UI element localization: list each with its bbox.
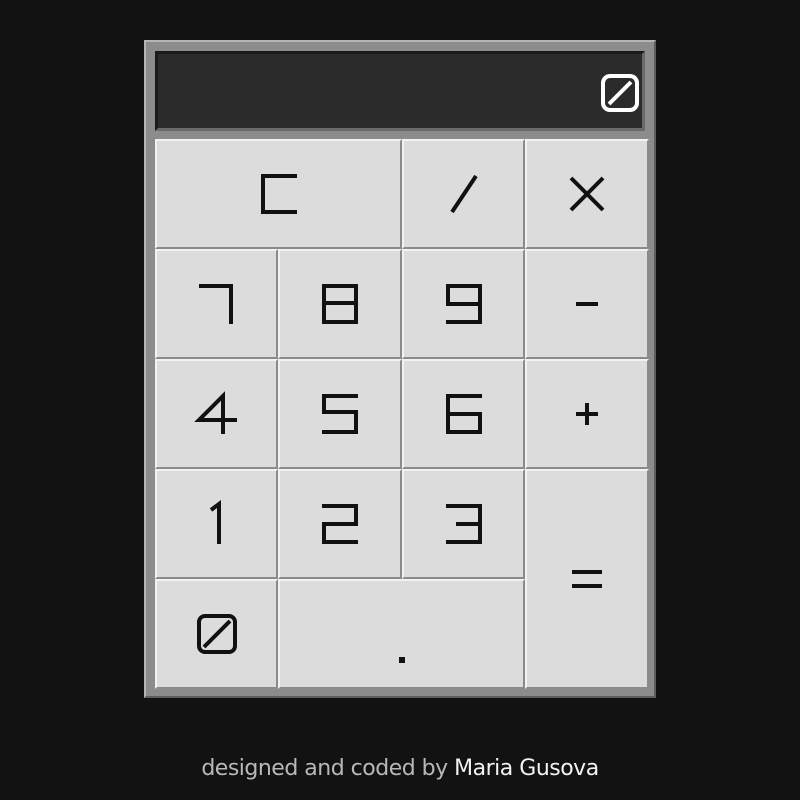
four-button[interactable] xyxy=(155,359,278,469)
divide-button[interactable] xyxy=(402,139,525,249)
three-button[interactable] xyxy=(402,469,525,579)
nine-icon xyxy=(445,284,482,324)
keypad xyxy=(155,139,649,692)
four-icon xyxy=(193,391,237,434)
decimal-icon xyxy=(398,657,405,663)
eight-icon xyxy=(322,284,358,324)
clear-icon xyxy=(260,174,297,214)
zero-button[interactable] xyxy=(155,579,278,689)
two-icon xyxy=(322,504,358,544)
credits-author: Maria Gusova xyxy=(454,756,599,781)
eight-button[interactable] xyxy=(278,249,402,359)
multiply-button[interactable] xyxy=(525,139,649,249)
calculator-display xyxy=(155,51,645,131)
five-button[interactable] xyxy=(278,359,402,469)
equals-button[interactable] xyxy=(525,469,649,689)
three-icon xyxy=(445,504,482,544)
multiply-icon xyxy=(569,176,605,212)
seven-icon xyxy=(198,284,233,324)
credits-prefix: designed and coded by xyxy=(201,756,455,781)
two-button[interactable] xyxy=(278,469,402,579)
subtract-icon xyxy=(576,302,598,306)
display-value-zero xyxy=(601,74,639,112)
add-icon xyxy=(576,403,598,425)
clear-button[interactable] xyxy=(155,139,402,249)
subtract-button[interactable] xyxy=(525,249,649,359)
seven-button[interactable] xyxy=(155,249,278,359)
zero-icon xyxy=(196,614,237,654)
one-icon xyxy=(209,500,221,544)
add-button[interactable] xyxy=(525,359,649,469)
six-button[interactable] xyxy=(402,359,525,469)
equals-icon xyxy=(572,570,602,588)
decimal-button[interactable] xyxy=(278,579,525,689)
six-icon xyxy=(445,394,482,434)
five-icon xyxy=(322,394,358,434)
credits: designed and coded by Maria Gusova xyxy=(0,756,800,781)
nine-button[interactable] xyxy=(402,249,525,359)
one-button[interactable] xyxy=(155,469,278,579)
divide-icon xyxy=(449,174,478,214)
calculator xyxy=(144,40,656,698)
